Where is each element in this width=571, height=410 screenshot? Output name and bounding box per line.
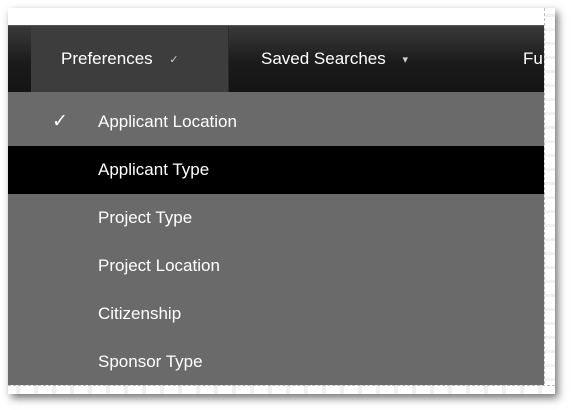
menu-item-sponsor-type[interactable]: Sponsor Type (8, 338, 555, 386)
menu-item-label: Applicant Location (98, 112, 237, 131)
menu-saved-searches[interactable]: Saved Searches ▾ (261, 26, 408, 92)
menu-item-label: Sponsor Type (98, 352, 203, 371)
menu-item-project-type[interactable]: Project Type (8, 194, 555, 242)
menu-saved-searches-label: Saved Searches (261, 49, 386, 68)
menu-item-label: Applicant Type (98, 160, 210, 179)
screenshot-frame: Preferences ✓ Saved Searches ▾ Fun ✓ App… (8, 8, 555, 394)
menu-preferences[interactable]: Preferences ✓ (31, 26, 229, 92)
menu-item-project-location[interactable]: Project Location (8, 242, 555, 290)
menu-bar: Preferences ✓ Saved Searches ▾ Fun (8, 25, 555, 92)
menu-item-applicant-type[interactable]: Applicant Type (8, 146, 555, 194)
menu-item-label: Project Type (98, 208, 193, 227)
preferences-dropdown: ✓ Applicant Location Applicant Type Proj… (8, 92, 555, 394)
menu-preferences-label: Preferences (61, 49, 153, 68)
menu-item-label: Citizenship (98, 304, 182, 323)
menu-item-label: Project Location (98, 256, 220, 275)
torn-edge-bottom (8, 385, 555, 394)
menu-item-citizenship[interactable]: Citizenship (8, 290, 555, 338)
check-caret-icon: ✓ (169, 53, 179, 66)
torn-edge-right (544, 8, 555, 394)
chevron-down-icon: ▾ (402, 53, 409, 66)
checkmark-icon: ✓ (52, 111, 68, 132)
menu-item-applicant-location[interactable]: ✓ Applicant Location (8, 98, 555, 146)
